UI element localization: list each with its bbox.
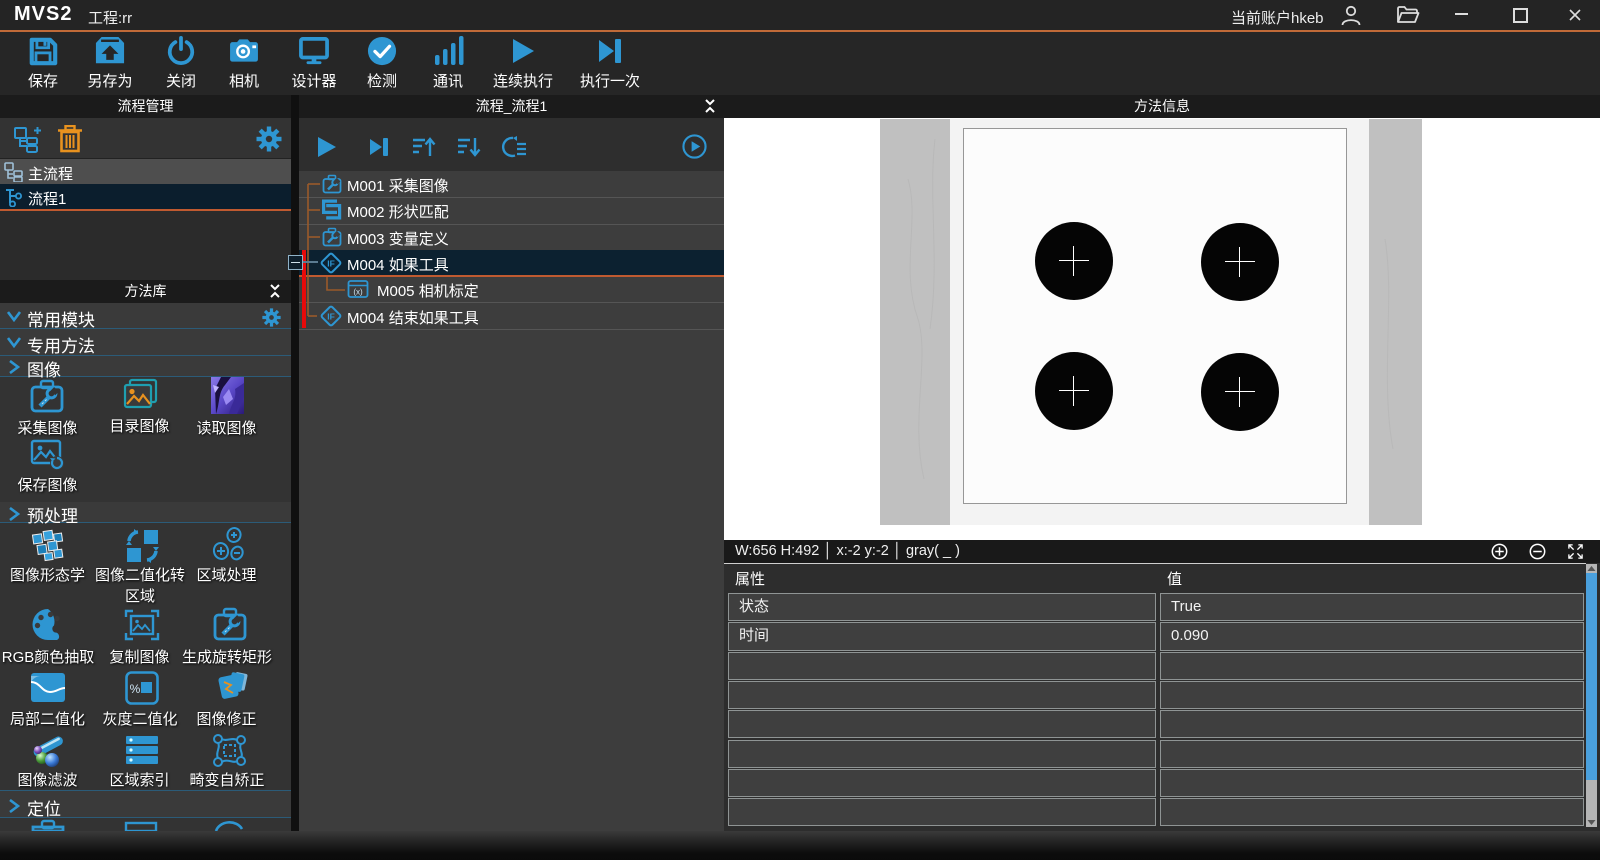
svg-text:IF: IF [327, 311, 335, 321]
svg-text:%: % [130, 682, 141, 696]
svg-text:IF: IF [327, 258, 335, 268]
svg-text:(x): (x) [353, 288, 363, 297]
